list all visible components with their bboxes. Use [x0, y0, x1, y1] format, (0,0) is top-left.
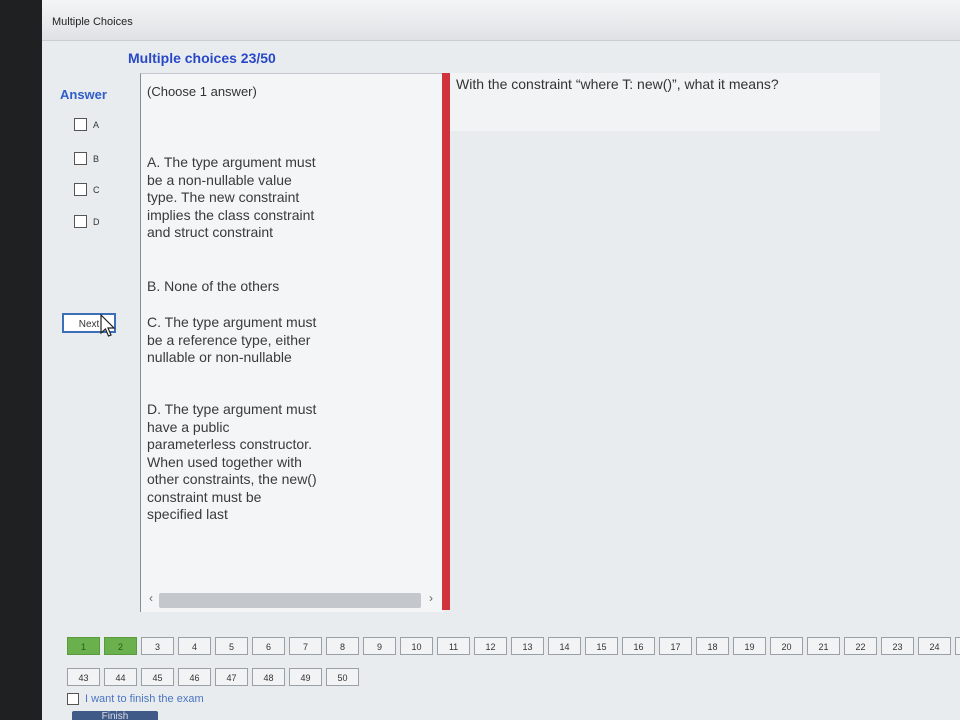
question-nav-button[interactable]: 24 — [918, 637, 951, 655]
choices-panel: (Choose 1 answer) A. The type argument m… — [140, 73, 443, 612]
window-titlebar: Multiple Choices — [42, 0, 960, 41]
horizontal-scrollbar[interactable] — [159, 593, 421, 608]
question-nav-button[interactable]: 44 — [104, 668, 137, 686]
question-nav-row-1: 1234567891011121314151617181920212223242… — [67, 637, 960, 655]
question-nav-button[interactable]: 12 — [474, 637, 507, 655]
question-nav-button[interactable]: 14 — [548, 637, 581, 655]
question-text: With the constraint “where T: new()”, wh… — [456, 76, 779, 92]
option-checkbox[interactable] — [74, 118, 87, 131]
question-nav-button[interactable]: 49 — [289, 668, 322, 686]
question-panel: With the constraint “where T: new()”, wh… — [450, 73, 880, 131]
question-nav-button[interactable]: 18 — [696, 637, 729, 655]
choice-c: C. The type argument must be a reference… — [147, 314, 317, 365]
finish-checkbox-label: I want to finish the exam — [85, 693, 204, 705]
question-nav-button[interactable]: 47 — [215, 668, 248, 686]
question-nav-button[interactable]: 25 — [955, 637, 960, 655]
question-nav-button[interactable]: 4 — [178, 637, 211, 655]
scroll-right-icon[interactable]: › — [429, 591, 433, 605]
question-nav-button[interactable]: 3 — [141, 637, 174, 655]
question-nav-button[interactable]: 46 — [178, 668, 211, 686]
question-nav-button[interactable]: 21 — [807, 637, 840, 655]
question-nav-button[interactable]: 19 — [733, 637, 766, 655]
question-nav-button[interactable]: 8 — [326, 637, 359, 655]
question-nav-button[interactable]: 50 — [326, 668, 359, 686]
question-nav-button[interactable]: 22 — [844, 637, 877, 655]
finish-checkbox-box[interactable] — [67, 693, 79, 705]
question-nav-button[interactable]: 23 — [881, 637, 914, 655]
option-letter: C — [93, 184, 100, 195]
option-letter: D — [93, 216, 100, 227]
answer-option-a[interactable]: A — [74, 118, 99, 131]
question-nav-button[interactable]: 20 — [770, 637, 803, 655]
question-nav-button[interactable]: 43 — [67, 668, 100, 686]
question-nav-button[interactable]: 11 — [437, 637, 470, 655]
question-nav-button[interactable]: 48 — [252, 668, 285, 686]
question-nav-button[interactable]: 17 — [659, 637, 692, 655]
question-nav-row-2: 43 44 45 46 47 48 49 50 — [67, 668, 363, 686]
question-nav-button[interactable]: 5 — [215, 637, 248, 655]
answer-option-d[interactable]: D — [74, 215, 100, 228]
question-nav-button[interactable]: 9 — [363, 637, 396, 655]
question-nav-button[interactable]: 1 — [67, 637, 100, 655]
question-nav-button[interactable]: 15 — [585, 637, 618, 655]
option-letter: B — [93, 153, 100, 164]
finish-exam-checkbox[interactable]: I want to finish the exam — [67, 693, 204, 705]
scroll-left-icon[interactable]: ‹ — [149, 591, 153, 605]
option-checkbox[interactable] — [74, 215, 87, 228]
answer-option-c[interactable]: C — [74, 183, 100, 196]
answer-label: Answer — [60, 87, 107, 102]
mouse-pointer-icon — [100, 314, 116, 337]
answer-option-b[interactable]: B — [74, 152, 99, 165]
option-checkbox[interactable] — [74, 183, 87, 196]
progress-header: Multiple choices 23/50 — [128, 50, 276, 66]
panel-divider[interactable] — [442, 73, 450, 610]
question-nav-button[interactable]: 13 — [511, 637, 544, 655]
choose-instruction: (Choose 1 answer) — [147, 84, 257, 99]
option-letter: A — [93, 119, 100, 130]
question-nav-button[interactable]: 2 — [104, 637, 137, 655]
question-nav-button[interactable]: 6 — [252, 637, 285, 655]
option-checkbox[interactable] — [74, 152, 87, 165]
choice-b: B. None of the others — [147, 278, 280, 294]
window-title: Multiple Choices — [52, 16, 133, 28]
exam-screen: Multiple Choices Multiple choices 23/50 … — [42, 0, 960, 720]
question-nav-button[interactable]: 10 — [400, 637, 433, 655]
question-nav-button[interactable]: 16 — [622, 637, 655, 655]
choice-a: A. The type argument must be a non-nulla… — [147, 154, 316, 240]
finish-button[interactable]: Finish — [72, 711, 158, 720]
question-nav-button[interactable]: 7 — [289, 637, 322, 655]
question-nav-button[interactable]: 45 — [141, 668, 174, 686]
choice-d: D. The type argument must have a public … — [147, 401, 317, 522]
